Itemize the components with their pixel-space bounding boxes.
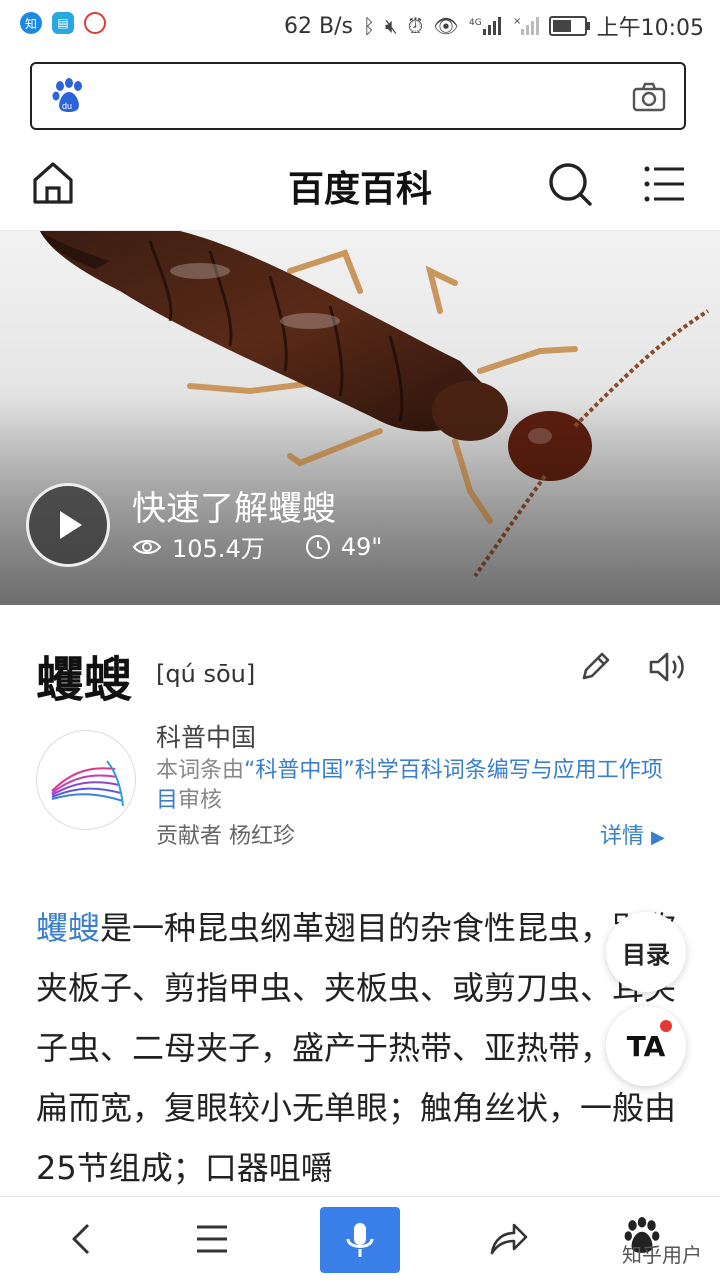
entry-summary: 蠼螋是一种昆虫纲革翅目的杂食性昆虫，别称夹板子、剪指甲虫、夹板虫、或剪刀虫、耳夹…: [36, 898, 686, 1198]
status-bar: 知 ▤ 62 B/s ᛒ 🔇︎ ⏰︎ 👁︎ 4G × 上午10:05: [0, 0, 720, 50]
list-icon[interactable]: [194, 1221, 230, 1257]
entry-title: 蠼螋: [36, 652, 133, 708]
contributor: 贡献者 杨红珍: [156, 824, 295, 849]
play-button[interactable]: [26, 483, 110, 567]
video-duration: 49": [340, 532, 383, 561]
menu-icon[interactable]: [644, 164, 686, 204]
signal-empty-icon: ×: [513, 16, 539, 35]
clock-icon: [305, 534, 330, 559]
video-meta: 105.4万 49": [132, 529, 382, 564]
ta-label: TA: [626, 1029, 666, 1063]
page-title: 百度百科: [287, 169, 432, 210]
summary-text: 是一种昆虫纲革翅目的杂食性昆虫，别称夹板子、剪指甲虫、夹板虫、或剪刀虫、耳夹子虫…: [36, 909, 677, 1187]
home-icon[interactable]: [30, 160, 76, 206]
ta-button[interactable]: TA: [606, 1006, 686, 1086]
svg-text:du: du: [62, 101, 72, 111]
zhihu-icon: 知: [20, 12, 42, 34]
baike-header: 百度百科: [0, 138, 720, 231]
signal-4g-icon: 4G: [469, 17, 501, 35]
baidu-paw-icon: du: [52, 78, 82, 112]
net-speed: 62 B/s: [284, 13, 353, 39]
video-hero[interactable]: 快速了解蠼螋 105.4万 49": [0, 231, 720, 605]
speaker-icon[interactable]: [648, 650, 688, 684]
alarm-icon: ⏰︎: [407, 14, 424, 38]
book-icon: ▤: [52, 12, 74, 34]
watermark: 知乎用户: [622, 1243, 702, 1267]
eye-icon: 👁︎: [433, 14, 459, 38]
bluetooth-icon: ᛒ: [362, 14, 375, 38]
browser-icon: [84, 12, 106, 34]
status-right: 62 B/s ᛒ 🔇︎ ⏰︎ 👁︎ 4G × 上午10:05: [284, 10, 704, 42]
voice-search-button[interactable]: [320, 1207, 400, 1273]
play-icon: [60, 511, 82, 539]
edit-icon[interactable]: [578, 650, 612, 684]
video-views: 105.4万: [172, 535, 265, 563]
caret-right-icon: ▶: [651, 827, 665, 848]
audit-prefix: 本词条由: [156, 758, 245, 783]
kepu-logo-graphic: [51, 760, 124, 807]
back-icon[interactable]: [64, 1221, 100, 1257]
status-app-icons: 知 ▤: [20, 12, 106, 34]
clock: 上午10:05: [596, 16, 704, 41]
bottom-nav: 知乎用户: [0, 1196, 720, 1281]
toc-button[interactable]: 目录: [606, 912, 686, 992]
camera-icon[interactable]: [632, 82, 666, 112]
mute-icon: 🔇︎: [384, 14, 398, 38]
audit-suffix: 审核: [178, 788, 223, 813]
notification-dot: [660, 1020, 672, 1032]
kepu-logo[interactable]: [36, 730, 136, 830]
toc-label: 目录: [622, 940, 670, 969]
term-link[interactable]: 蠼螋: [36, 909, 100, 947]
audit-note: 本词条由“科普中国”科学百科词条编写与应用工作项目审核: [156, 756, 666, 816]
details-link[interactable]: 详情 ▶: [600, 818, 665, 850]
video-title: 快速了解蠼螋: [132, 489, 336, 529]
search-bar[interactable]: du: [30, 62, 686, 130]
mic-icon: [346, 1223, 374, 1257]
entry-pinyin: [qú sōu]: [156, 660, 256, 688]
share-icon[interactable]: [488, 1219, 528, 1257]
views-eye-icon: [132, 539, 162, 554]
org-name: 科普中国: [156, 723, 257, 752]
svg-text:×: ×: [513, 16, 521, 27]
svg-text:4G: 4G: [469, 18, 482, 28]
search-icon[interactable]: [546, 160, 594, 208]
details-label: 详情: [600, 824, 645, 849]
battery-icon: [548, 16, 590, 36]
